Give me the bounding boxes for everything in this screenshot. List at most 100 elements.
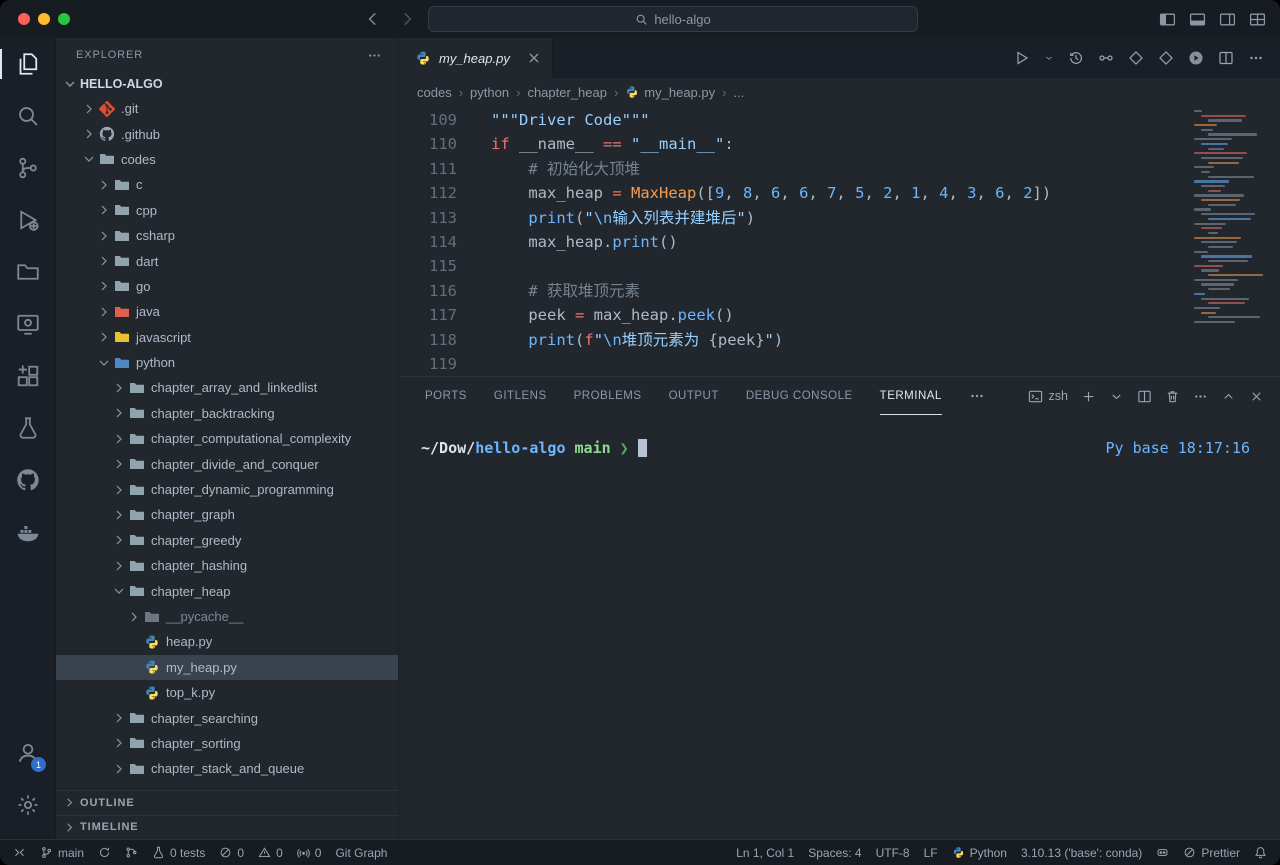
tree-item-chapter-graph[interactable]: chapter_graph	[56, 502, 398, 527]
tree-item-chapter-hashing[interactable]: chapter_hashing	[56, 553, 398, 578]
tree-item-cpp[interactable]: cpp	[56, 198, 398, 223]
status-git-graph[interactable]: Git Graph	[328, 840, 394, 865]
activity-extensions[interactable]	[0, 350, 55, 402]
tree-item-chapter-array-and-linkedlist[interactable]: chapter_array_and_linkedlist	[56, 375, 398, 400]
status-encoding[interactable]: UTF-8	[869, 840, 917, 865]
activity-github[interactable]	[0, 454, 55, 506]
status-warnings[interactable]: 0	[251, 840, 290, 865]
timeline-history-icon[interactable]	[1068, 50, 1084, 66]
tree-item-chapter-heap[interactable]: chapter_heap	[56, 578, 398, 603]
status-indentation[interactable]: Spaces: 4	[801, 840, 868, 865]
code-line-115[interactable]: 115	[399, 254, 1280, 278]
split-editor-icon[interactable]	[1218, 50, 1234, 66]
code-line-117[interactable]: 117 peek = max_heap.peek()	[399, 303, 1280, 327]
status-interpreter[interactable]: 3.10.13 ('base': conda)	[1014, 840, 1149, 865]
terminal[interactable]: ~/Dow/hello-algo main ❯ Py base 18:17:16	[399, 415, 1280, 839]
run-python-file-icon[interactable]	[1188, 50, 1204, 66]
tree-item-chapter-divide-and-conquer[interactable]: chapter_divide_and_conquer	[56, 451, 398, 476]
activity-testing[interactable]	[0, 402, 55, 454]
section-outline[interactable]: OUTLINE	[56, 790, 398, 815]
more-actions-icon[interactable]	[1248, 50, 1264, 66]
status-git-graph-view[interactable]	[118, 840, 145, 865]
kill-terminal-icon[interactable]	[1165, 389, 1180, 404]
tree-item-codes[interactable]: codes	[56, 147, 398, 172]
code-line-118[interactable]: 118 print(f"\n堆顶元素为 {peek}")	[399, 328, 1280, 352]
activity-search[interactable]	[0, 90, 55, 142]
zoom-window-button[interactable]	[58, 13, 70, 25]
breadcrumb-chapter-heap[interactable]: chapter_heap	[527, 85, 607, 100]
tree-item-chapter-greedy[interactable]: chapter_greedy	[56, 528, 398, 553]
panel-tab-problems[interactable]: PROBLEMS	[574, 377, 642, 415]
project-root-row[interactable]: HELLO-ALGO	[56, 72, 398, 96]
activity-settings[interactable]	[0, 779, 55, 831]
tree-item-java[interactable]: java	[56, 299, 398, 324]
tree-item-chapter-dynamic-programming[interactable]: chapter_dynamic_programming	[56, 477, 398, 502]
tree-item-dart[interactable]: dart	[56, 248, 398, 273]
activity-source-control[interactable]	[0, 142, 55, 194]
new-terminal-icon[interactable]	[1081, 389, 1096, 404]
code-line-112[interactable]: 112 max_heap = MaxHeap([9, 8, 6, 6, 7, 5…	[399, 181, 1280, 205]
breadcrumb-my-heap-py[interactable]: my_heap.py	[625, 85, 715, 100]
section-timeline[interactable]: TIMELINE	[56, 815, 398, 840]
code-line-116[interactable]: 116 # 获取堆顶元素	[399, 279, 1280, 303]
activity-explorer[interactable]	[0, 38, 55, 90]
previous-change-icon[interactable]	[1128, 50, 1144, 66]
back-arrow-icon[interactable]	[364, 10, 382, 28]
code-line-109[interactable]: 109"""Driver Code"""	[399, 108, 1280, 132]
tree-item-go[interactable]: go	[56, 274, 398, 299]
tree-item-git[interactable]: .git	[56, 96, 398, 121]
open-changes-icon[interactable]	[1098, 50, 1114, 66]
status-ports[interactable]: 0	[290, 840, 329, 865]
status-tests[interactable]: 0 tests	[145, 840, 212, 865]
tree-item-chapter-stack-and-queue[interactable]: chapter_stack_and_queue	[56, 756, 398, 781]
tree-item-chapter-backtracking[interactable]: chapter_backtracking	[56, 401, 398, 426]
tree-item-csharp[interactable]: csharp	[56, 223, 398, 248]
panel-tab-ports[interactable]: PORTS	[425, 377, 467, 415]
toggle-panel-icon[interactable]	[1189, 11, 1206, 28]
activity-docker[interactable]	[0, 506, 55, 558]
more-icon[interactable]	[969, 388, 985, 404]
status-prettier[interactable]: Prettier	[1176, 840, 1247, 865]
customize-layout-icon[interactable]	[1249, 11, 1266, 28]
tree-item-python[interactable]: python	[56, 350, 398, 375]
activity-run-and-debug[interactable]	[0, 194, 55, 246]
more-actions-icon[interactable]	[367, 48, 382, 63]
terminal-profile-dropdown-icon[interactable]	[1109, 389, 1124, 404]
status-branch[interactable]: main	[33, 840, 91, 865]
status-errors[interactable]: 0	[212, 840, 251, 865]
activity-accounts[interactable]: 1	[0, 727, 55, 779]
breadcrumb-codes[interactable]: codes	[417, 85, 452, 100]
tree-item-pycache[interactable]: __pycache__	[56, 604, 398, 629]
status-copilot[interactable]	[1149, 840, 1176, 865]
panel-tab-debug-console[interactable]: DEBUG CONSOLE	[746, 377, 853, 415]
code-line-110[interactable]: 110if __name__ == "__main__":	[399, 132, 1280, 156]
run-icon[interactable]	[1014, 50, 1030, 66]
tree-item-heap-py[interactable]: heap.py	[56, 629, 398, 654]
tab-my-heap-py[interactable]: my_heap.py	[399, 38, 553, 78]
next-change-icon[interactable]	[1158, 50, 1174, 66]
tree-item-c[interactable]: c	[56, 172, 398, 197]
panel-tab-terminal[interactable]: TERMINAL	[880, 377, 942, 415]
tree-item-github[interactable]: .github	[56, 121, 398, 146]
minimize-window-button[interactable]	[38, 13, 50, 25]
code-line-113[interactable]: 113 print("\n输入列表并建堆后")	[399, 206, 1280, 230]
activity-project-manager[interactable]	[0, 246, 55, 298]
toggle-secondary-sidebar-icon[interactable]	[1219, 11, 1236, 28]
activity-remote-explorer[interactable]	[0, 298, 55, 350]
close-icon[interactable]	[526, 50, 542, 66]
status-sync[interactable]	[91, 840, 118, 865]
tree-item-javascript[interactable]: javascript	[56, 325, 398, 350]
status-cursor-position[interactable]: Ln 1, Col 1	[729, 840, 801, 865]
toggle-sidebar-icon[interactable]	[1159, 11, 1176, 28]
breadcrumb-python[interactable]: python	[470, 85, 509, 100]
breadcrumb-[interactable]: ...	[733, 85, 744, 100]
run-dropdown-icon[interactable]	[1044, 50, 1054, 66]
terminal-profile[interactable]: zsh	[1028, 389, 1068, 404]
command-center-search[interactable]: hello-algo	[428, 6, 918, 32]
code-line-119[interactable]: 119	[399, 352, 1280, 376]
status-eol[interactable]: LF	[917, 840, 945, 865]
maximize-panel-icon[interactable]	[1221, 389, 1236, 404]
close-window-button[interactable]	[18, 13, 30, 25]
code-line-111[interactable]: 111 # 初始化大顶堆	[399, 157, 1280, 181]
split-terminal-icon[interactable]	[1137, 389, 1152, 404]
